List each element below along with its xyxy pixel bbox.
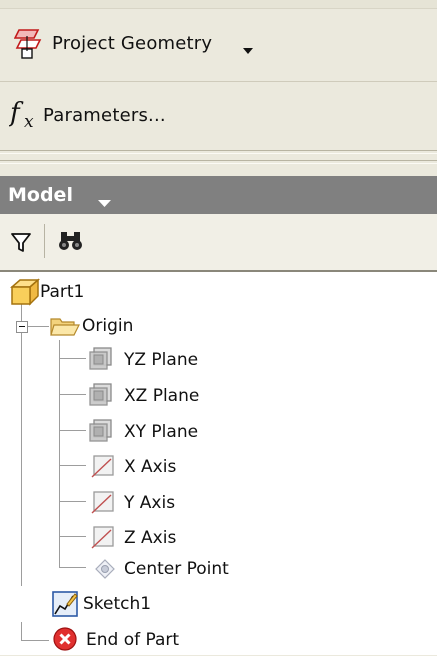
tree-item-label: Sketch1 [83,594,152,614]
tree-item-label: Center Point [124,559,229,579]
binoculars-icon[interactable] [58,229,84,257]
tree-item-label: XZ Plane [124,386,200,406]
tree-item-label: Part1 [40,282,85,302]
project-geometry-icon [13,26,42,60]
tree-item-x-axis[interactable]: X Axis [88,452,288,482]
work-plane-icon [88,381,114,411]
tree-item-label: Y Axis [124,493,176,513]
tree-item-end-of-part[interactable]: End of Part [50,624,270,656]
work-axis-icon [91,454,115,482]
tree-line [59,501,86,502]
svg-text:f: f [9,98,24,128]
tree-item-origin[interactable]: Origin [50,312,250,342]
tree-item-sketch1[interactable]: Sketch1 [0,586,437,622]
tree-item-y-axis[interactable]: Y Axis [88,488,288,518]
panel-top-edge [0,0,437,9]
minus-icon [19,326,25,327]
tree-item-center-point[interactable]: Center Point [88,556,308,586]
collapse-toggle-icon[interactable] [16,321,28,333]
folder-open-icon [50,314,80,342]
tree-item-label: End of Part [86,630,180,650]
model-tree: Part1 Origin YZ Plane XZ Plane XY Plane … [0,272,437,655]
fx-icon: f x [8,97,43,135]
work-axis-icon [91,525,115,553]
end-of-part-icon [52,626,78,656]
dropdown-arrow-icon[interactable] [243,40,253,59]
work-plane-icon [88,417,114,447]
tree-line [59,394,86,395]
toolbar-divider [44,224,45,258]
tree-line [59,340,60,567]
work-axis-icon [91,490,115,518]
project-geometry-button[interactable]: Project Geometry [0,9,437,82]
tree-item-label: Origin [82,316,134,336]
sketch-icon [51,590,79,622]
work-point-icon [94,558,116,584]
tree-line [21,640,49,641]
panel-separator [0,150,437,154]
svg-text:x: x [24,112,34,131]
browser-title: Model [8,184,73,206]
filter-icon[interactable] [10,232,32,258]
part-icon [10,278,40,310]
parameters-label: Parameters... [43,105,166,126]
project-geometry-label: Project Geometry [52,33,213,54]
tree-line [59,536,86,537]
panel-separator [0,160,437,164]
tree-item-label: Z Axis [124,528,177,548]
tree-item-part1[interactable]: Part1 [8,278,208,308]
tree-item-yz-plane[interactable]: YZ Plane [88,345,288,375]
tree-item-label: XY Plane [124,422,199,442]
tree-item-xy-plane[interactable]: XY Plane [88,417,288,447]
tree-line [59,567,86,568]
parameters-button[interactable]: f x Parameters... [0,83,437,145]
tree-item-xz-plane[interactable]: XZ Plane [88,381,288,411]
tree-item-label: X Axis [124,457,177,477]
browser-toolbar [0,214,437,272]
chevron-down-icon[interactable] [98,191,111,213]
tree-line [59,465,86,466]
browser-header[interactable]: Model [0,176,437,214]
work-plane-icon [88,345,114,375]
tree-line [59,430,86,431]
tree-line [59,358,86,359]
tree-item-z-axis[interactable]: Z Axis [88,523,288,553]
tree-item-label: YZ Plane [124,350,199,370]
